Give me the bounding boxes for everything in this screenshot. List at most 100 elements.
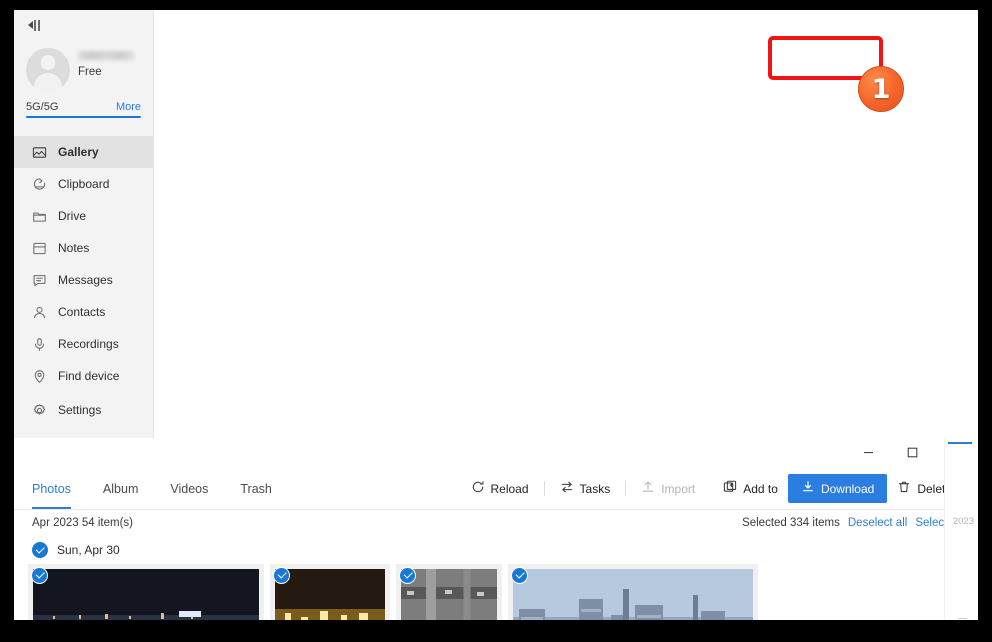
download-icon — [801, 480, 815, 497]
photo-checkbox[interactable] — [273, 567, 290, 584]
download-label: Download — [820, 481, 875, 496]
tab-trash[interactable]: Trash — [224, 468, 288, 509]
photo-checkbox[interactable] — [31, 567, 48, 584]
toolbar: Photos Album Videos Trash Reload Tasks I… — [14, 468, 978, 510]
username-redacted — [78, 51, 134, 60]
add-to-label: Add to — [743, 481, 778, 496]
photo-thumbnail[interactable] — [270, 564, 390, 620]
sidebar-item-find-device[interactable]: Find device — [14, 360, 153, 392]
avatar — [26, 48, 70, 92]
tab-label: Videos — [170, 481, 209, 496]
import-button: Import — [631, 475, 705, 502]
sidebar-item-label: Drive — [58, 209, 87, 223]
timeline-scrubber[interactable]: 2023 2014 2010 2009 — [944, 438, 978, 620]
group-date-label: Sun, Apr 30 — [57, 543, 120, 557]
annotation-step-number: 1 — [871, 73, 891, 105]
sidebar-item-label: Recordings — [58, 337, 119, 351]
thumbnail-image — [33, 569, 259, 620]
sidebar-item-settings[interactable]: Settings — [14, 392, 153, 428]
sidebar-item-label: Clipboard — [58, 177, 110, 191]
gallery-icon — [32, 145, 47, 160]
selected-count: Selected 334 items — [742, 517, 840, 529]
trash-icon — [897, 480, 911, 497]
photo-checkbox[interactable] — [399, 567, 416, 584]
photo-thumbnail[interactable] — [396, 564, 502, 620]
thumbnail-image — [513, 569, 753, 620]
thumbnail-image — [275, 569, 385, 620]
gear-icon — [32, 403, 47, 418]
reload-button[interactable]: Reload — [461, 475, 539, 502]
add-to-icon — [723, 480, 737, 497]
sidebar-item-contacts[interactable]: Contacts — [14, 296, 153, 328]
tab-label: Trash — [240, 481, 272, 496]
sidebar-item-drive[interactable]: Drive — [14, 200, 153, 232]
annotation-step-badge: 1 — [858, 66, 904, 112]
deselect-all-link[interactable]: Deselect all — [848, 517, 907, 529]
import-label: Import — [661, 481, 696, 496]
timeline-year: 2023 — [952, 516, 974, 527]
sidebar-item-gallery[interactable]: Gallery — [14, 136, 153, 168]
collapse-sidebar-icon[interactable] — [28, 18, 46, 32]
tab-photos[interactable]: Photos — [32, 468, 87, 509]
plan-label: Free — [78, 66, 102, 78]
sidebar-item-label: Find device — [58, 369, 120, 383]
toolbar-divider — [543, 481, 545, 496]
user-profile[interactable]: Free — [14, 40, 153, 92]
minimize-icon[interactable] — [846, 438, 890, 466]
messages-icon — [32, 273, 47, 288]
add-to-button[interactable]: Add to — [713, 475, 788, 502]
sidebar-item-label: Messages — [58, 273, 113, 287]
scroll-indicator[interactable] — [948, 442, 972, 444]
tab-bar: Photos Album Videos Trash — [32, 468, 288, 509]
sidebar: Free 5G/5G More Gallery Clipboard Drive … — [14, 10, 154, 438]
tab-album[interactable]: Album — [87, 468, 154, 509]
sidebar-item-label: Settings — [58, 403, 102, 417]
sidebar-item-notes[interactable]: Notes — [14, 232, 153, 264]
storage-more-link[interactable]: More — [116, 101, 141, 113]
photo-checkbox[interactable] — [511, 567, 528, 584]
titlebar — [14, 438, 978, 468]
reload-icon — [471, 480, 485, 497]
storage-section: 5G/5G More — [26, 101, 141, 118]
tab-label: Album — [102, 481, 139, 496]
tasks-icon — [560, 480, 574, 497]
tab-videos[interactable]: Videos — [154, 468, 224, 509]
sidebar-item-recordings[interactable]: Recordings — [14, 328, 153, 360]
date-group-header: Sun, Apr 30 — [14, 536, 978, 564]
toolbar-divider — [625, 481, 627, 496]
photo-thumbnail[interactable] — [28, 564, 264, 620]
tasks-button[interactable]: Tasks — [550, 475, 621, 502]
storage-usage: 5G/5G — [26, 101, 59, 113]
sidebar-item-label: Gallery — [58, 145, 99, 159]
sidebar-item-label: Notes — [58, 241, 90, 255]
download-button[interactable]: Download — [787, 474, 888, 503]
selection-summary: Selected 334 items Deselect all Select a… — [742, 517, 962, 529]
sidebar-item-label: Contacts — [58, 305, 106, 319]
main-content: Photos Album Videos Trash Reload Tasks I… — [14, 438, 978, 620]
timeline-tick — [958, 618, 967, 619]
sidebar-item-messages[interactable]: Messages — [14, 264, 153, 296]
sidebar-item-clipboard[interactable]: Clipboard — [14, 168, 153, 200]
maximize-icon[interactable] — [890, 438, 934, 466]
toolbar-actions: Reload Tasks Import Add to Download Dele… — [461, 474, 963, 503]
tasks-label: Tasks — [579, 481, 611, 496]
group-select-checkbox[interactable] — [32, 542, 48, 558]
reload-label: Reload — [490, 481, 529, 496]
import-icon — [641, 480, 655, 497]
photo-row — [28, 564, 954, 620]
collapse-bar — [14, 10, 153, 40]
period-summary: Apr 2023 54 item(s) — [32, 517, 133, 529]
drive-icon — [32, 209, 47, 224]
desktop-background: Free 5G/5G More Gallery Clipboard Drive … — [0, 0, 992, 642]
tab-label: Photos — [32, 481, 71, 496]
notes-icon — [32, 241, 47, 256]
app-window: Free 5G/5G More Gallery Clipboard Drive … — [14, 10, 978, 620]
recordings-icon — [32, 337, 47, 352]
find-device-icon — [32, 369, 47, 384]
contacts-icon — [32, 305, 47, 320]
photo-thumbnail[interactable] — [508, 564, 758, 620]
photo-grid[interactable] — [14, 564, 978, 620]
storage-progress-bar — [26, 116, 141, 118]
summary-bar: Apr 2023 54 item(s) Selected 334 items D… — [14, 510, 978, 536]
sidebar-nav: Gallery Clipboard Drive Notes Messages C… — [14, 136, 153, 392]
